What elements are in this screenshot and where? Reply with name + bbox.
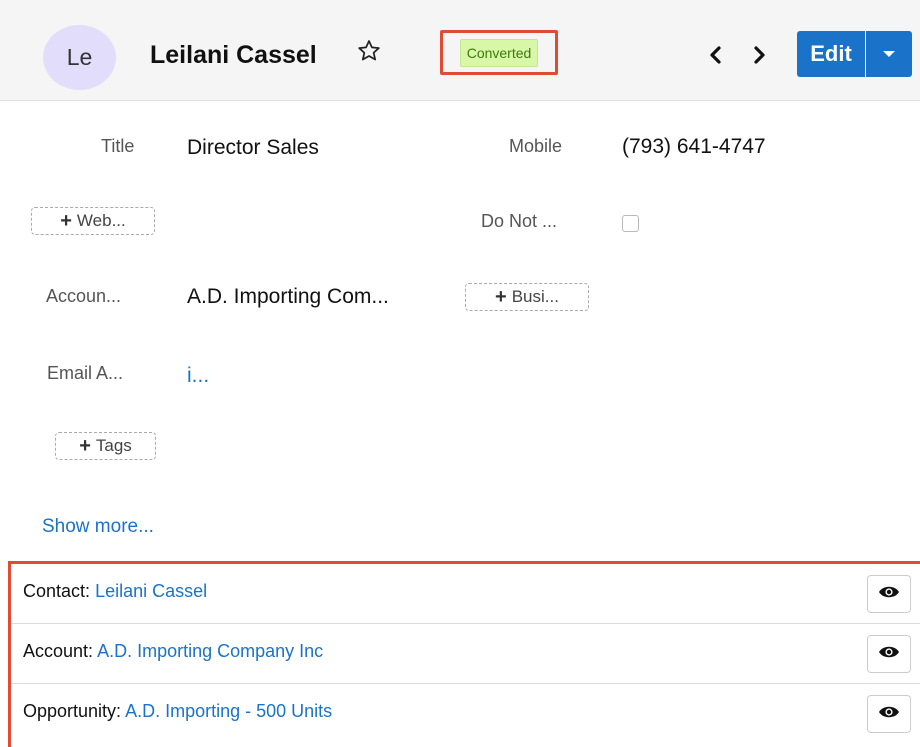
do-not-call-checkbox[interactable] <box>622 215 639 232</box>
related-row-text: Account: A.D. Importing Company Inc <box>23 641 323 662</box>
preview-button[interactable] <box>867 575 911 613</box>
chevron-right-icon[interactable] <box>747 40 771 70</box>
account-label: Accoun... <box>46 286 122 306</box>
status-badge: Converted <box>459 38 539 67</box>
eye-icon <box>878 645 900 664</box>
mobile-label: Mobile <box>509 136 563 156</box>
eye-icon <box>878 705 900 724</box>
plus-icon: + <box>79 434 91 457</box>
add-website-label: Web... <box>76 211 126 230</box>
preview-button[interactable] <box>867 695 911 733</box>
email-label: Email A... <box>47 363 124 383</box>
related-contact-link[interactable]: Leilani Cassel <box>95 581 207 601</box>
related-label: Opportunity: <box>23 701 122 721</box>
related-row-account: Account: A.D. Importing Company Inc <box>11 624 920 684</box>
related-account-link[interactable]: A.D. Importing Company Inc <box>97 641 323 661</box>
edit-button-group: Edit <box>797 31 912 77</box>
show-more-link[interactable]: Show more... <box>42 516 154 538</box>
chevron-left-icon[interactable] <box>704 40 728 70</box>
related-label: Account: <box>23 641 94 661</box>
avatar: Le <box>43 25 116 90</box>
related-opportunity-link[interactable]: A.D. Importing - 500 Units <box>125 701 332 721</box>
record-header: Le Leilani Cassel Converted Edit <box>0 0 920 101</box>
status-badge-highlight: Converted <box>440 30 558 75</box>
related-row-text: Opportunity: A.D. Importing - 500 Units <box>23 701 332 722</box>
add-website-button[interactable]: + Web... <box>31 207 155 235</box>
related-label: Contact: <box>23 581 91 601</box>
eye-icon <box>878 585 900 604</box>
related-row-text: Contact: Leilani Cassel <box>23 581 207 602</box>
plus-icon: + <box>495 285 507 308</box>
add-business-label: Busi... <box>511 287 559 306</box>
add-business-button[interactable]: + Busi... <box>465 283 589 311</box>
plus-icon: + <box>60 209 72 232</box>
account-value[interactable]: A.D. Importing Com... <box>187 285 389 309</box>
related-row-opportunity: Opportunity: A.D. Importing - 500 Units <box>11 684 920 744</box>
title-label: Title <box>101 136 135 156</box>
mobile-value[interactable]: (793) 641-4747 <box>622 135 766 159</box>
title-value[interactable]: Director Sales <box>187 136 319 160</box>
record-name: Leilani Cassel <box>150 41 317 69</box>
do-not-call-label: Do Not ... <box>481 211 558 231</box>
add-tags-button[interactable]: + Tags <box>55 432 156 460</box>
caret-down-icon[interactable] <box>866 31 912 77</box>
star-icon[interactable] <box>356 38 382 64</box>
email-value-link[interactable]: i... <box>187 364 209 388</box>
add-tags-label: Tags <box>95 436 132 455</box>
edit-button[interactable]: Edit <box>797 31 865 77</box>
related-row-contact: Contact: Leilani Cassel <box>11 564 920 624</box>
preview-button[interactable] <box>867 635 911 673</box>
